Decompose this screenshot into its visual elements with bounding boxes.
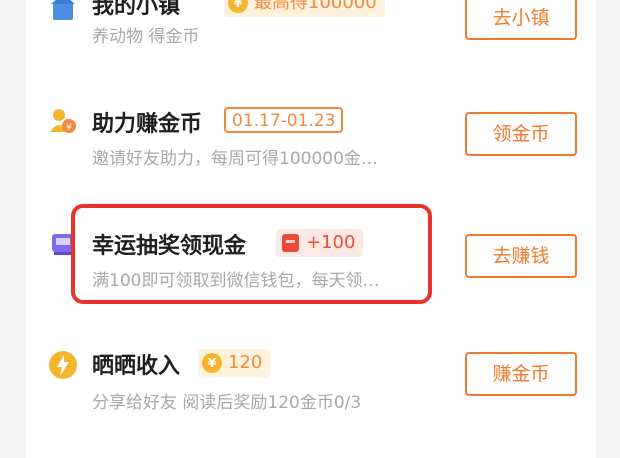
task-subtitle: 养动物 得金币 <box>92 27 200 47</box>
claim-coins-button[interactable]: 领金币 <box>465 112 577 156</box>
go-earn-button[interactable]: 去赚钱 <box>465 234 577 278</box>
earn-coins-button[interactable]: 赚金币 <box>465 352 577 396</box>
task-subtitle: 分享给好友 阅读后奖励120金币0/3 <box>92 393 362 413</box>
task-subtitle: 邀请好友助力，每周可得100000金… <box>92 149 378 169</box>
reward-badge: ¥ 最高得100000 <box>224 0 385 17</box>
house-icon <box>48 0 78 22</box>
task-title: 我的小镇 <box>92 0 181 19</box>
task-title: 晒晒收入 <box>92 354 181 379</box>
go-town-button[interactable]: 去小镇 <box>465 0 577 40</box>
reward-badge: ¥ 120 <box>198 349 271 377</box>
task-row-assist: ¥ 助力赚金币 01.17-01.23 邀请好友助力，每周可得100000金… … <box>26 60 596 180</box>
highlight-box <box>71 204 432 304</box>
task-title: 助力赚金币 <box>92 112 203 137</box>
date-range-badge: 01.17-01.23 <box>224 107 344 133</box>
lightning-coin-icon <box>48 350 78 380</box>
task-row-share-income: 晒晒收入 ¥ 120 分享给好友 阅读后奖励120金币0/3 赚金币 <box>26 300 596 420</box>
coin-icon: ¥ <box>228 0 248 13</box>
svg-text:¥: ¥ <box>66 123 72 133</box>
coin-icon: ¥ <box>202 353 222 373</box>
task-row-town: 我的小镇 ¥ 最高得100000 养动物 得金币 去小镇 <box>26 0 596 60</box>
people-coin-icon: ¥ <box>48 106 78 136</box>
